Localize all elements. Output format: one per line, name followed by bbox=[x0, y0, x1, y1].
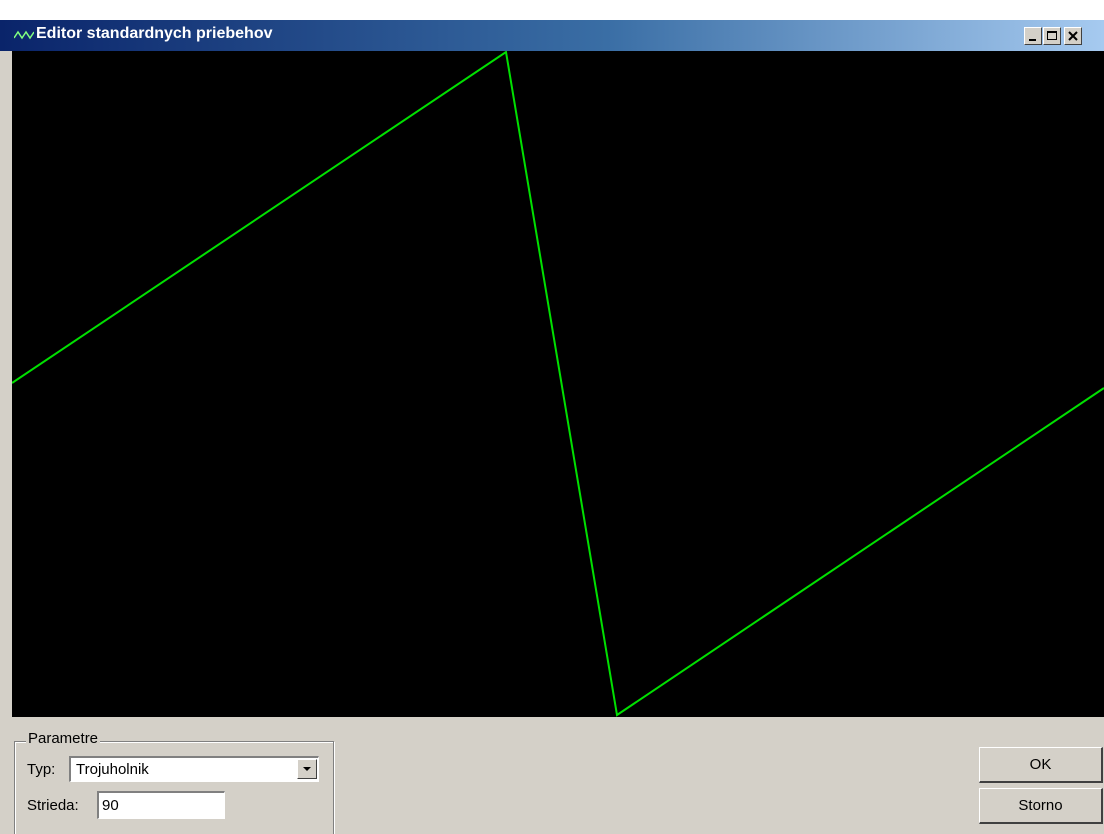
waveform-canvas[interactable] bbox=[12, 51, 1104, 717]
dialog-window: Editor standardnych priebehov Parametre … bbox=[0, 0, 1104, 834]
minimize-icon bbox=[1029, 39, 1036, 41]
waveform-line bbox=[12, 51, 1104, 717]
type-dropdown-value: Trojuholnik bbox=[76, 761, 149, 778]
window-title: Editor standardnych priebehov bbox=[36, 25, 273, 42]
parameters-group-label: Parametre bbox=[26, 730, 101, 748]
maximize-button[interactable] bbox=[1043, 27, 1061, 45]
duty-label: Strieda: bbox=[27, 797, 79, 814]
duty-input[interactable]: 90 bbox=[97, 791, 225, 819]
duty-input-value: 90 bbox=[102, 797, 119, 814]
dropdown-arrow-button[interactable] bbox=[297, 759, 317, 779]
waveform-app-icon bbox=[14, 30, 34, 40]
close-button[interactable] bbox=[1064, 27, 1082, 45]
desktop-strip bbox=[0, 0, 1104, 20]
parameters-group bbox=[14, 741, 334, 834]
ok-button[interactable]: OK bbox=[979, 747, 1103, 783]
chevron-down-icon bbox=[303, 767, 311, 771]
type-dropdown[interactable]: Trojuholnik bbox=[69, 756, 319, 782]
close-icon bbox=[1068, 31, 1078, 41]
waveform-plot bbox=[12, 51, 1104, 717]
cancel-button[interactable]: Storno bbox=[979, 788, 1103, 824]
minimize-button[interactable] bbox=[1024, 27, 1042, 45]
maximize-icon bbox=[1047, 31, 1057, 40]
type-label: Typ: bbox=[27, 761, 56, 778]
